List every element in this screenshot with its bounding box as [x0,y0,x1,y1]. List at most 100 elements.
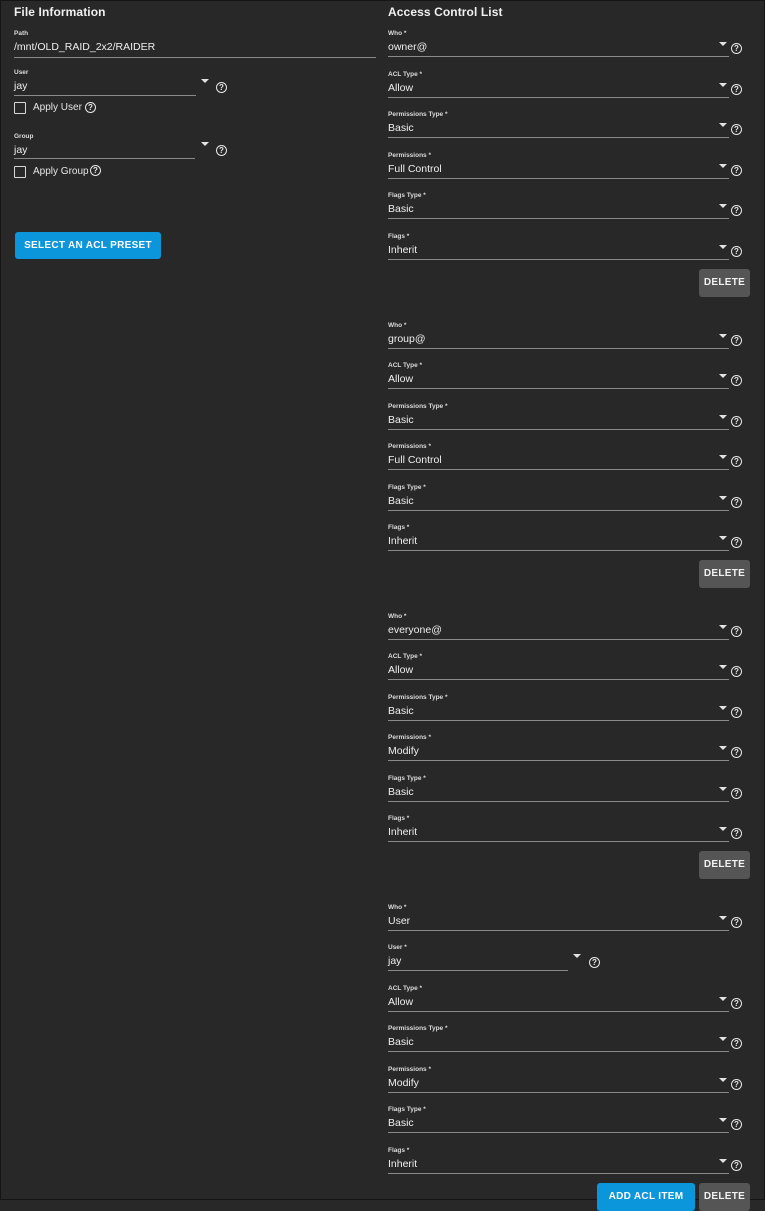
chevron-down-icon[interactable] [719,455,727,459]
help-circle-icon[interactable]: ? [731,1079,742,1090]
chevron-down-icon[interactable] [573,954,581,958]
path-field[interactable]: Path /mnt/OLD_RAID_2x2/RAIDER [14,30,376,54]
chevron-down-icon[interactable] [719,83,727,87]
acl-select-field[interactable]: ACL Type * Allow [388,71,729,95]
chevron-down-icon[interactable] [719,625,727,629]
help-circle-icon[interactable]: ? [85,102,96,113]
chevron-down-icon[interactable] [719,42,727,46]
help-circle-icon[interactable]: ? [731,828,742,839]
delete-acl-entry-button[interactable]: DELETE [699,1183,750,1211]
help-circle-icon[interactable]: ? [731,335,742,346]
delete-acl-entry-button[interactable]: DELETE [699,851,750,879]
acl-select-field[interactable]: Who * everyone@ [388,613,729,637]
help-circle-icon[interactable]: ? [731,375,742,386]
help-circle-icon[interactable]: ? [731,1038,742,1049]
acl-select-field[interactable]: Flags Type * Basic [388,1106,729,1130]
acl-select-field[interactable]: User * jay [388,944,568,968]
acl-select-field[interactable]: ACL Type * Allow [388,985,729,1009]
chevron-down-icon[interactable] [719,245,727,249]
help-circle-icon[interactable]: ? [589,957,600,968]
delete-acl-entry-button[interactable]: DELETE [699,560,750,588]
chevron-down-icon[interactable] [719,1037,727,1041]
acl-select-field[interactable]: Permissions * Full Control [388,152,729,176]
acl-field-underline [388,550,729,551]
acl-field-underline [388,801,729,802]
user-select[interactable]: User jay [14,69,196,93]
help-circle-icon[interactable]: ? [731,205,742,216]
help-circle-icon[interactable]: ? [731,84,742,95]
chevron-down-icon[interactable] [719,204,727,208]
help-circle-icon[interactable]: ? [731,707,742,718]
select-acl-preset-button[interactable]: SELECT AN ACL PRESET [15,232,161,259]
delete-acl-entry-button[interactable]: DELETE [699,269,750,297]
help-circle-icon[interactable]: ? [731,43,742,54]
apply-group-checkbox[interactable] [14,166,26,178]
help-circle-icon[interactable]: ? [731,1119,742,1130]
chevron-down-icon[interactable] [719,916,727,920]
acl-field-underline [388,841,729,842]
acl-select-field[interactable]: Permissions Type * Basic [388,1025,729,1049]
acl-select-field[interactable]: Permissions * Modify [388,1066,729,1090]
help-circle-icon[interactable]: ? [731,497,742,508]
help-circle-icon[interactable]: ? [731,917,742,928]
chevron-down-icon[interactable] [719,997,727,1001]
acl-select-field[interactable]: Flags * Inherit [388,1147,729,1171]
acl-select-field[interactable]: Flags Type * Basic [388,192,729,216]
chevron-down-icon[interactable] [719,827,727,831]
help-circle-icon[interactable]: ? [731,666,742,677]
acl-select-field[interactable]: Permissions Type * Basic [388,111,729,135]
chevron-down-icon[interactable] [719,1078,727,1082]
chevron-down-icon[interactable] [719,1118,727,1122]
help-circle-icon[interactable]: ? [731,626,742,637]
help-circle-icon[interactable]: ? [216,82,227,93]
apply-user-checkbox[interactable] [14,102,26,114]
acl-select-field[interactable]: Permissions * Full Control [388,443,729,467]
chevron-down-icon[interactable] [719,536,727,540]
help-circle-icon[interactable]: ? [731,416,742,427]
group-select[interactable]: Group jay [14,133,195,157]
chevron-down-icon[interactable] [719,665,727,669]
help-circle-icon[interactable]: ? [731,998,742,1009]
apply-group-label: Apply Group [33,166,89,177]
chevron-down-icon[interactable] [719,334,727,338]
help-circle-icon[interactable]: ? [731,788,742,799]
chevron-down-icon[interactable] [719,123,727,127]
acl-select-field[interactable]: Who * owner@ [388,30,729,54]
chevron-down-icon[interactable] [201,142,209,146]
acl-select-field[interactable]: Permissions Type * Basic [388,694,729,718]
help-circle-icon[interactable]: ? [731,246,742,257]
acl-field-underline [388,679,729,680]
chevron-down-icon[interactable] [719,787,727,791]
acl-select-field[interactable]: Who * User [388,904,729,928]
acl-select-field[interactable]: Flags * Inherit [388,524,729,548]
chevron-down-icon[interactable] [719,374,727,378]
acl-select-field[interactable]: Flags Type * Basic [388,775,729,799]
chevron-down-icon[interactable] [719,1159,727,1163]
acl-select-field[interactable]: Flags * Inherit [388,233,729,257]
acl-field-label: Who * [388,30,407,37]
chevron-down-icon[interactable] [719,164,727,168]
help-circle-icon[interactable]: ? [90,165,101,176]
help-circle-icon[interactable]: ? [731,165,742,176]
help-circle-icon[interactable]: ? [731,747,742,758]
acl-select-field[interactable]: Flags * Inherit [388,815,729,839]
chevron-down-icon[interactable] [719,496,727,500]
help-circle-icon[interactable]: ? [731,456,742,467]
add-acl-item-button[interactable]: ADD ACL ITEM [597,1183,695,1211]
acl-select-field[interactable]: Permissions Type * Basic [388,403,729,427]
help-circle-icon[interactable]: ? [731,537,742,548]
help-circle-icon[interactable]: ? [731,1160,742,1171]
acl-select-field[interactable]: Flags Type * Basic [388,484,729,508]
acl-select-field[interactable]: Who * group@ [388,322,729,346]
chevron-down-icon[interactable] [719,415,727,419]
chevron-down-icon[interactable] [719,746,727,750]
acl-select-field[interactable]: Permissions * Modify [388,734,729,758]
chevron-down-icon[interactable] [201,79,209,83]
help-circle-icon[interactable]: ? [216,145,227,156]
acl-field-label: Permissions Type * [388,694,448,701]
acl-field-value: Full Control [388,163,442,175]
acl-select-field[interactable]: ACL Type * Allow [388,653,729,677]
acl-select-field[interactable]: ACL Type * Allow [388,362,729,386]
help-circle-icon[interactable]: ? [731,124,742,135]
chevron-down-icon[interactable] [719,706,727,710]
